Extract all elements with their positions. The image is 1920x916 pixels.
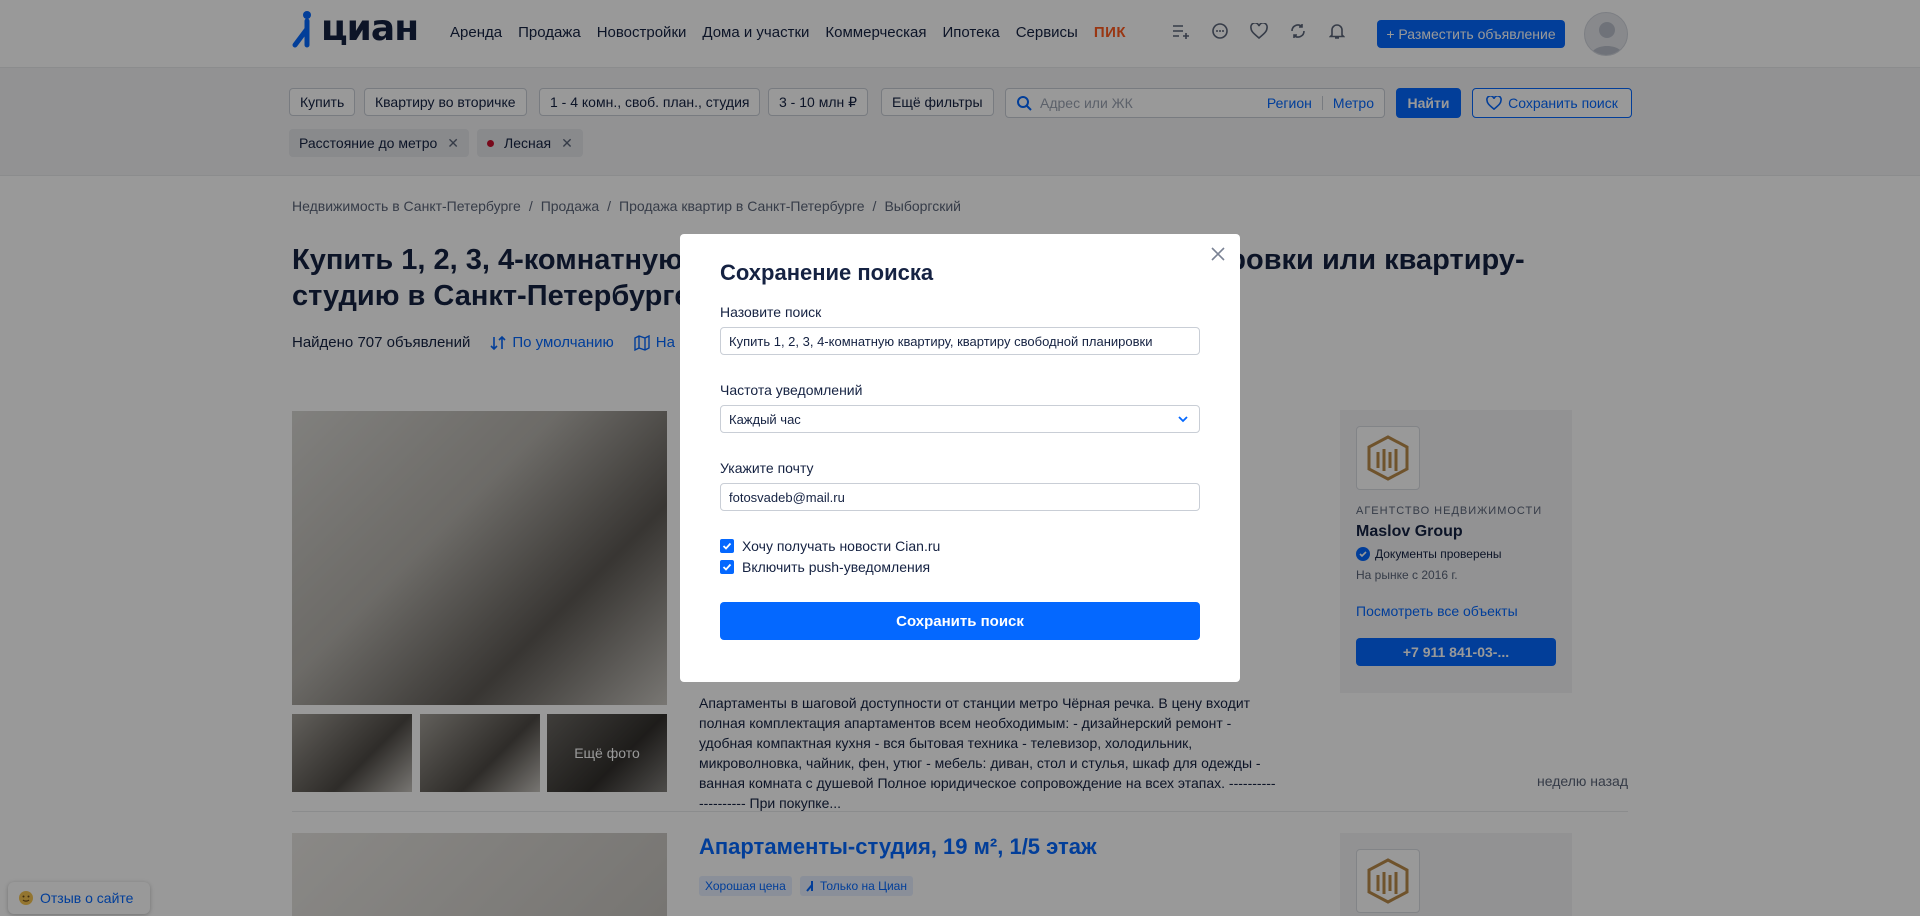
email-label: Укажите почту xyxy=(720,460,814,476)
chevron-down-icon xyxy=(1178,416,1188,423)
close-icon[interactable] xyxy=(1208,244,1228,264)
news-checkbox-row[interactable]: Хочу получать новости Cian.ru xyxy=(720,538,940,554)
push-checkbox[interactable] xyxy=(720,560,734,574)
submit-save-search-button[interactable]: Сохранить поиск xyxy=(720,602,1200,640)
push-checkbox-row[interactable]: Включить push-уведомления xyxy=(720,559,930,575)
search-name-label: Назовите поиск xyxy=(720,304,822,320)
email-field[interactable]: fotosvadeb@mail.ru xyxy=(720,483,1200,511)
checkmark-icon xyxy=(722,542,732,550)
checkmark-icon xyxy=(722,563,732,571)
modal-title: Сохранение поиска xyxy=(720,260,934,285)
save-search-modal: Сохранение поиска Назовите поиск Купить … xyxy=(680,234,1240,682)
frequency-label: Частота уведомлений xyxy=(720,382,863,398)
frequency-value: Каждый час xyxy=(729,411,801,427)
news-checkbox[interactable] xyxy=(720,539,734,553)
news-checkbox-label: Хочу получать новости Cian.ru xyxy=(742,538,941,554)
frequency-select[interactable]: Каждый час xyxy=(720,405,1200,433)
push-checkbox-label: Включить push-уведомления xyxy=(742,559,931,575)
search-name-input[interactable]: Купить 1, 2, 3, 4-комнатную квартиру, кв… xyxy=(720,327,1200,355)
